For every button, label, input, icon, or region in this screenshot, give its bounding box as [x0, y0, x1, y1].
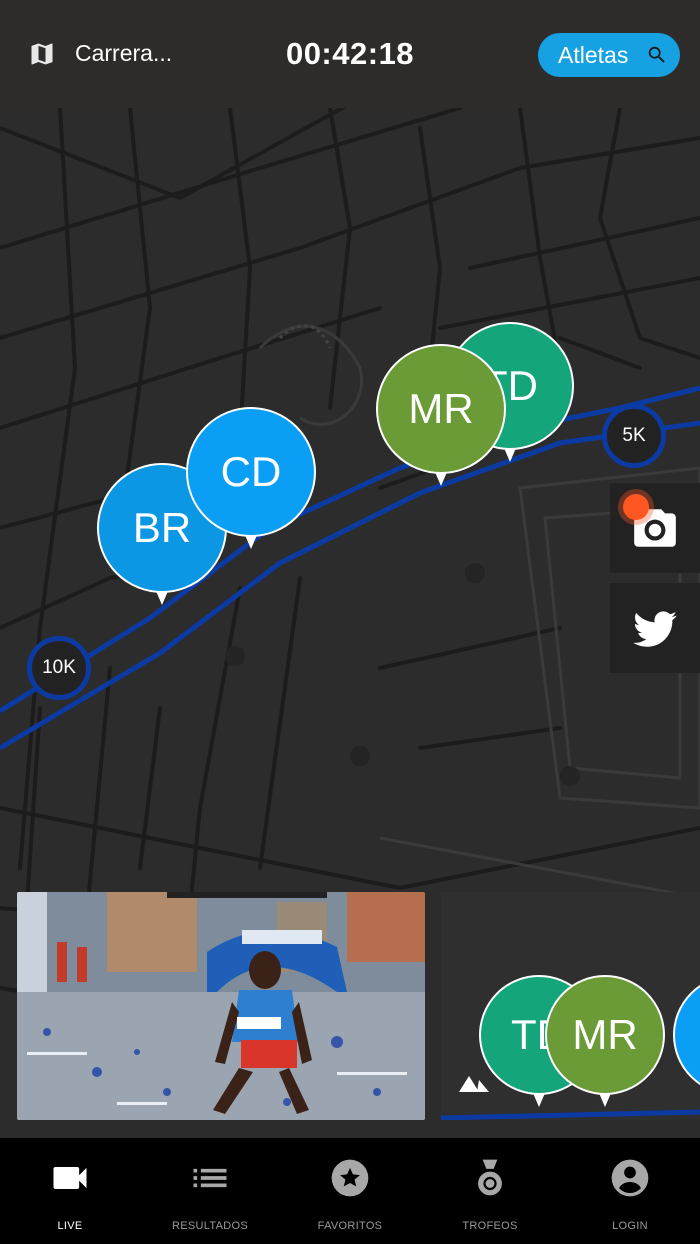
- twitter-button[interactable]: [610, 583, 700, 673]
- nav-favorites[interactable]: FAVORITOS: [280, 1138, 420, 1244]
- marker-pointer: [504, 448, 516, 462]
- mountain-icon[interactable]: [457, 1074, 491, 1094]
- medal-icon: [478, 1159, 502, 1196]
- nav-label: FAVORITOS: [317, 1220, 383, 1232]
- mini-map-card[interactable]: TD MR: [441, 892, 700, 1120]
- list-icon: [193, 1168, 227, 1188]
- camera-button[interactable]: [610, 483, 700, 573]
- nav-trophies[interactable]: TROFEOS: [420, 1138, 560, 1244]
- video-camera-icon: [53, 1167, 87, 1189]
- nav-login[interactable]: LOGIN: [560, 1138, 700, 1244]
- marker-pointer: [435, 472, 447, 486]
- app: Carrera... 00:42:18 Atletas 5K 10K TD MR…: [0, 0, 700, 1244]
- nav-label: TROFEOS: [462, 1220, 518, 1232]
- athletes-search-button[interactable]: Atletas: [538, 33, 680, 77]
- athletes-search-label: Atletas: [558, 41, 629, 68]
- athlete-initials: MR: [376, 344, 506, 474]
- km-marker-10k[interactable]: 10K: [27, 636, 91, 700]
- marker-pointer: [156, 591, 168, 605]
- nav-label: LOGIN: [612, 1220, 648, 1232]
- bottom-navigation: LIVE RESULTADOS FAVORITOS TROFEOS LOGIN: [0, 1138, 700, 1244]
- search-icon: [648, 46, 665, 63]
- star-icon: [331, 1159, 369, 1197]
- marker-pointer: [245, 535, 257, 549]
- nav-label: LIVE: [57, 1220, 83, 1232]
- marker-pointer: [599, 1093, 611, 1107]
- top-bar: Carrera... 00:42:18 Atletas: [0, 0, 700, 108]
- nav-live[interactable]: LIVE: [0, 1138, 140, 1244]
- account-icon: [611, 1159, 649, 1197]
- athlete-initials: CD: [186, 407, 316, 537]
- twitter-icon: [633, 611, 677, 647]
- notification-dot: [623, 494, 649, 520]
- finish-line-photo: [17, 892, 425, 1120]
- km-marker-5k[interactable]: 5K: [602, 404, 666, 468]
- athlete-initials: MR: [545, 975, 665, 1095]
- marker-pointer: [533, 1093, 545, 1107]
- race-photo-card[interactable]: [17, 892, 425, 1120]
- nav-label: RESULTADOS: [172, 1220, 248, 1232]
- nav-results[interactable]: RESULTADOS: [140, 1138, 280, 1244]
